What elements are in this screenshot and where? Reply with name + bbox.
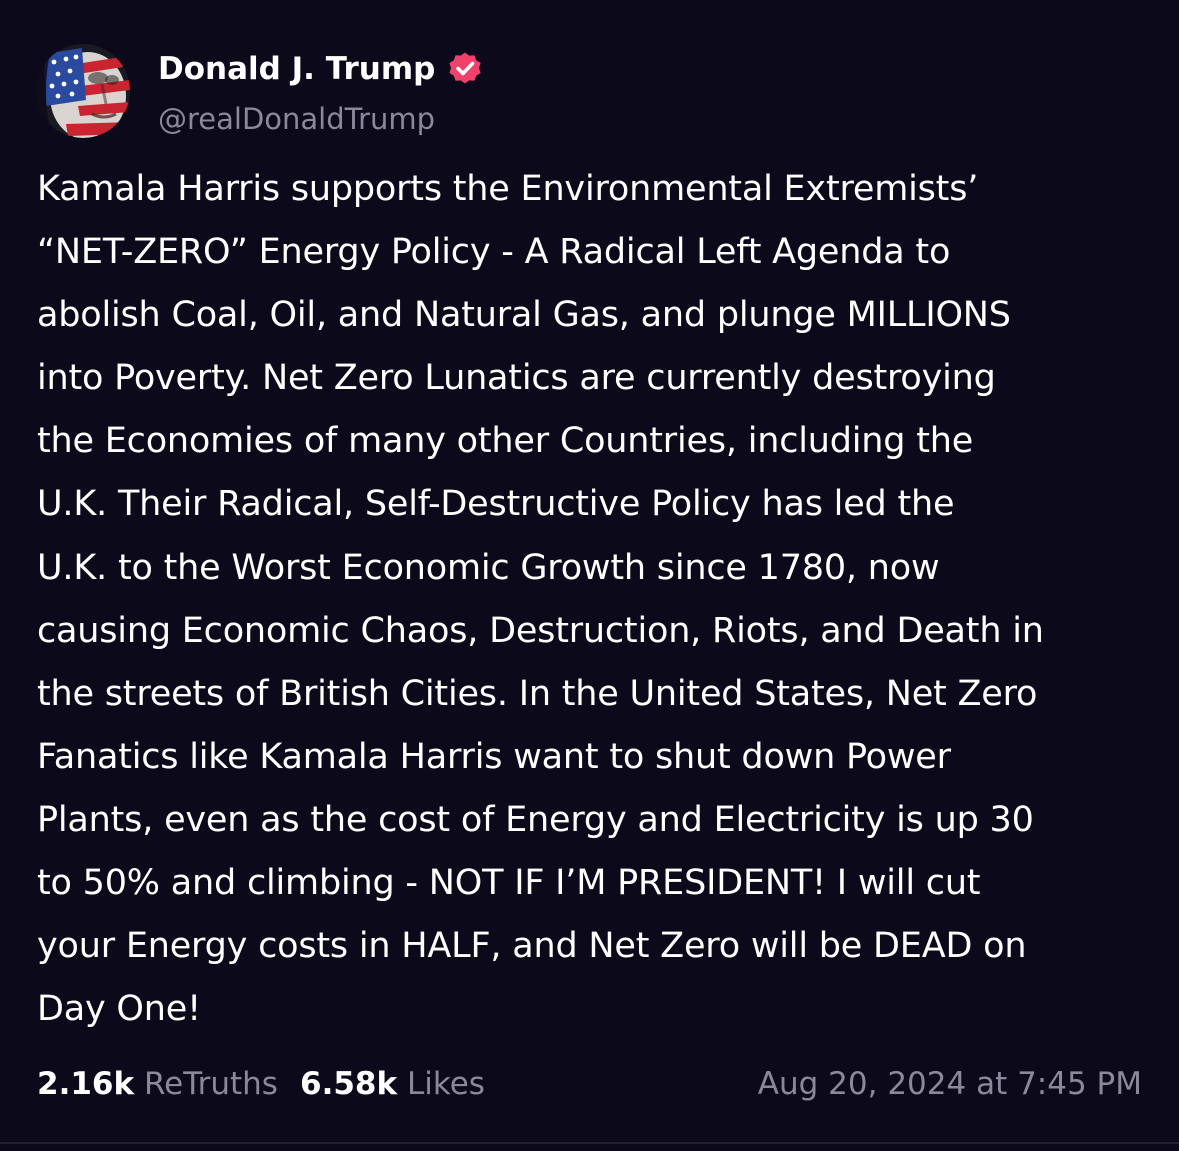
divider [0,1142,1179,1144]
post-line: causing Economic Chaos, Destruction, Rio… [37,610,1044,651]
retruths-stat[interactable]: 2.16k ReTruths [37,1062,278,1106]
post-timestamp[interactable]: Aug 20, 2024 at 7:45 PM [758,1062,1142,1106]
post-line: Fanatics like Kamala Harris want to shut… [37,736,951,777]
post-body: Kamala Harris supports the Environmental… [37,158,1147,1041]
post-line: “NET-ZERO” Energy Policy - A Radical Lef… [37,232,951,273]
post-line: Day One! [37,989,201,1030]
post-line: into Poverty. Net Zero Lunatics are curr… [37,358,996,399]
avatar-flag-portrait-icon [36,44,130,138]
post-line: the streets of British Cities. In the Un… [37,673,1038,714]
author-handle[interactable]: @realDonaldTrump [158,99,435,139]
post-line: U.K. to the Worst Economic Growth since … [37,547,940,588]
post-line: the Economies of many other Countries, i… [37,421,974,462]
post-line: Kamala Harris supports the Environmental… [37,169,979,209]
post-line: U.K. Their Radical, Self-Destructive Pol… [37,484,955,525]
retruths-count: 2.16k [37,1066,135,1102]
post-line: to 50% and climbing - NOT IF I’M PRESIDE… [37,863,981,904]
post-line: your Energy costs in HALF, and Net Zero … [37,926,1027,967]
post-line: abolish Coal, Oil, and Natural Gas, and … [37,295,1011,336]
post-line: Plants, even as the cost of Energy and E… [37,799,1034,840]
post-card: Donald J. Trump @realDonaldTrump Kamala … [0,0,1179,1151]
post-footer: 2.16k ReTruths 6.58k Likes Aug 20, 2024 … [37,1062,1142,1106]
author-display-name[interactable]: Donald J. Trump [158,49,483,89]
likes-count: 6.58k [300,1066,398,1102]
avatar[interactable] [36,44,130,138]
display-name-text[interactable]: Donald J. Trump [158,49,435,89]
likes-label: Likes [406,1066,485,1102]
verified-badge-icon [447,51,483,87]
likes-stat[interactable]: 6.58k Likes [300,1062,485,1106]
retruths-label: ReTruths [143,1066,278,1102]
